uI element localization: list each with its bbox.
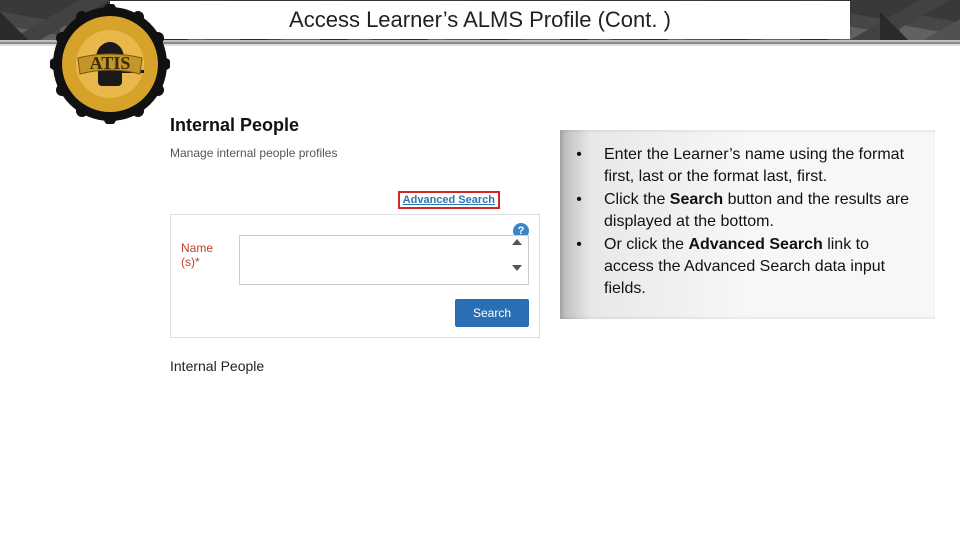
- chevron-up-icon[interactable]: [512, 239, 522, 245]
- list-item: • Or click the Advanced Search link to a…: [572, 234, 917, 299]
- chevron-down-icon[interactable]: [512, 265, 522, 271]
- seal-logo-text: ATIS: [90, 53, 131, 73]
- atis-seal: TRAINING • INFORMATION • SYSTEM ATIS: [50, 4, 170, 124]
- panel-heading: Internal People: [170, 115, 540, 136]
- name-field-label: Name (s)*: [181, 235, 231, 270]
- search-panel: ? Name (s)* Search: [170, 214, 540, 338]
- advanced-search-link[interactable]: Advanced Search: [398, 191, 500, 209]
- instruction-text: Click the Search button and the results …: [604, 189, 917, 232]
- slide-title: Access Learner’s ALMS Profile (Cont. ): [110, 1, 850, 39]
- results-section-heading: Internal People: [170, 358, 540, 374]
- name-label-line2: (s)*: [181, 255, 200, 269]
- bullet-icon: •: [572, 234, 586, 299]
- name-field-row: Name (s)*: [181, 235, 529, 285]
- list-item: • Enter the Learner’s name using the for…: [572, 144, 917, 187]
- list-item: • Click the Search button and the result…: [572, 189, 917, 232]
- bullet-icon: •: [572, 144, 586, 187]
- bullet-icon: •: [572, 189, 586, 232]
- instruction-text: Enter the Learner’s name using the forma…: [604, 144, 917, 187]
- advanced-search-row: Advanced Search: [170, 190, 540, 208]
- internal-people-panel: Internal People Manage internal people p…: [170, 115, 540, 375]
- name-input[interactable]: [239, 235, 529, 285]
- name-spinner-icons: [512, 239, 524, 271]
- panel-subheading: Manage internal people profiles: [170, 146, 540, 160]
- name-label-line1: Name: [181, 241, 213, 255]
- instruction-list: • Enter the Learner’s name using the for…: [572, 144, 917, 299]
- button-row: Search: [181, 299, 529, 327]
- instruction-text: Or click the Advanced Search link to acc…: [604, 234, 917, 299]
- instruction-box: • Enter the Learner’s name using the for…: [560, 130, 935, 319]
- search-button[interactable]: Search: [455, 299, 529, 327]
